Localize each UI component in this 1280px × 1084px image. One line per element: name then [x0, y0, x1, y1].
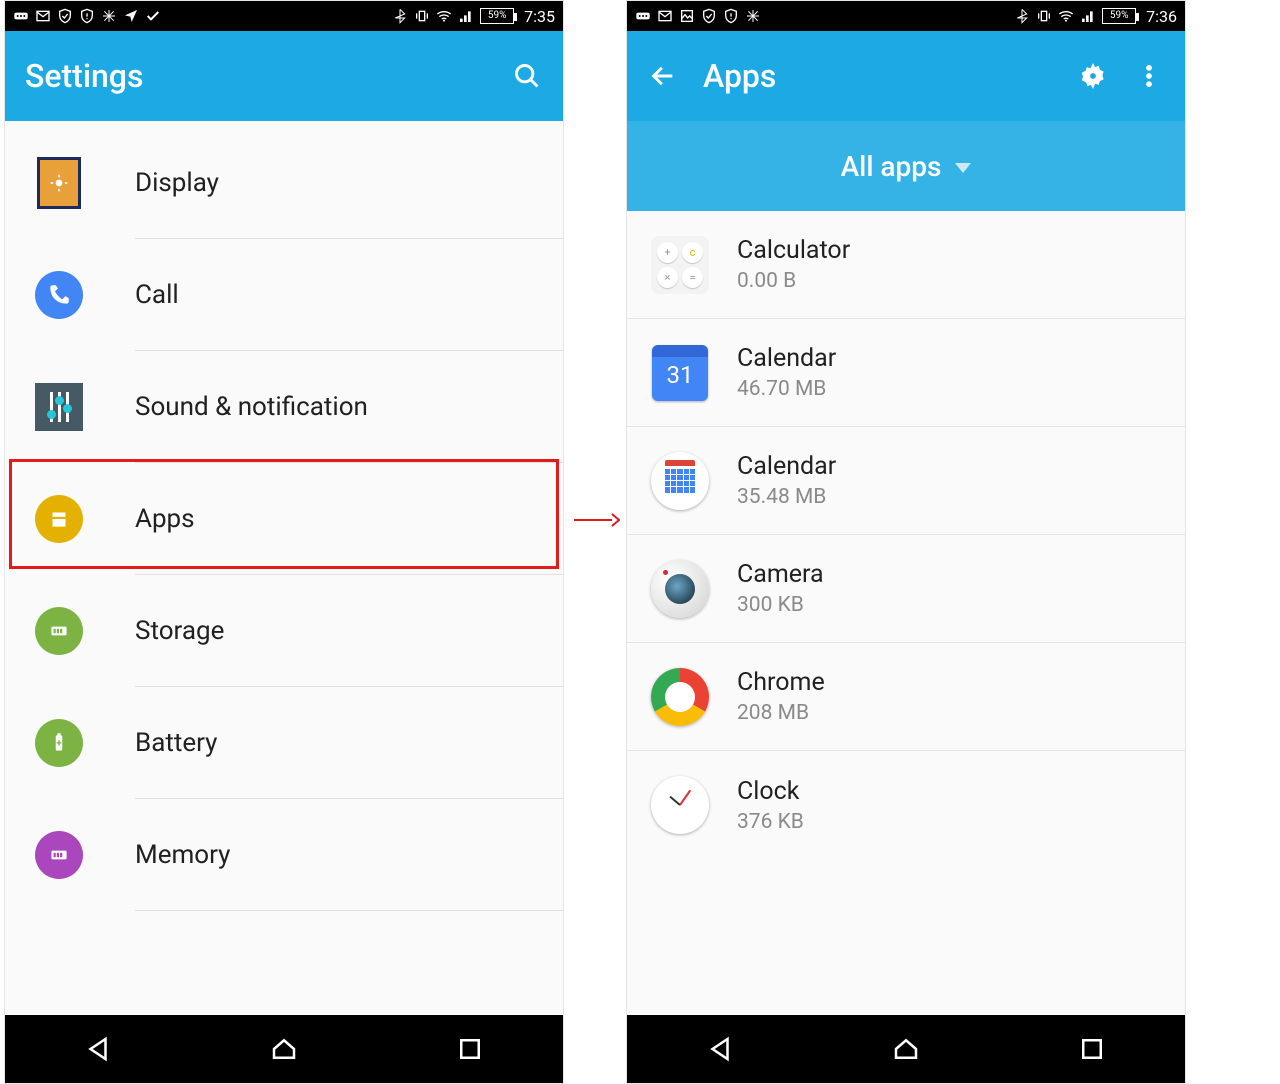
status-time: 7:36 — [1146, 7, 1177, 26]
phone-icon — [33, 269, 85, 321]
filter-dropdown[interactable]: All apps — [627, 121, 1185, 211]
snowflake-icon — [745, 8, 761, 24]
display-icon — [33, 157, 85, 209]
status-bar: 59% 7:35 — [5, 1, 563, 31]
apps-content: +c×= Calculator 0.00 B 31 Calendar 46.70… — [627, 211, 1185, 1015]
phone-apps: 59% 7:36 Apps All apps — [626, 0, 1186, 1084]
gmail-icon — [35, 8, 51, 24]
storage-icon — [33, 605, 85, 657]
camera-icon — [649, 558, 711, 620]
settings-item-display[interactable]: Display — [5, 127, 563, 239]
app-row-google-calendar[interactable]: 31 Calendar 46.70 MB — [627, 319, 1185, 427]
app-size: 300 KB — [737, 593, 824, 617]
flow-arrow-icon — [572, 510, 620, 530]
app-size: 376 KB — [737, 810, 804, 834]
app-row-clock[interactable]: Clock 376 KB — [627, 751, 1185, 859]
battery-icon: 59% — [1102, 8, 1136, 24]
settings-item-label: Apps — [135, 504, 195, 534]
settings-item-sound[interactable]: Sound & notification — [5, 351, 563, 463]
app-size: 46.70 MB — [737, 377, 836, 401]
navigation-bar — [5, 1015, 563, 1083]
chrome-icon — [649, 666, 711, 728]
search-icon[interactable] — [511, 60, 543, 92]
app-name: Calendar — [737, 452, 836, 481]
status-bar: 59% 7:36 — [627, 1, 1185, 31]
gmail-icon — [657, 8, 673, 24]
gear-icon[interactable] — [1077, 60, 1109, 92]
signal-icon — [1080, 8, 1096, 24]
svg-text:+: + — [56, 738, 62, 749]
settings-item-call[interactable]: Call — [5, 239, 563, 351]
bluetooth-icon — [392, 8, 408, 24]
app-row-calculator[interactable]: +c×= Calculator 0.00 B — [627, 211, 1185, 319]
app-bar: Apps — [627, 31, 1185, 121]
settings-item-storage[interactable]: Storage — [5, 575, 563, 687]
settings-item-label: Display — [135, 168, 219, 198]
recents-button[interactable] — [440, 1034, 500, 1064]
calendar-icon — [649, 450, 711, 512]
settings-item-label: Memory — [135, 840, 230, 870]
clock-icon — [649, 774, 711, 836]
app-name: Calendar — [737, 344, 836, 373]
app-size: 35.48 MB — [737, 485, 836, 509]
more-notifications-icon — [635, 8, 651, 24]
back-button[interactable] — [690, 1034, 750, 1064]
calculator-icon: +c×= — [649, 234, 711, 296]
more-notifications-icon — [13, 8, 29, 24]
check-icon — [145, 8, 161, 24]
navigation-bar — [627, 1015, 1185, 1083]
app-name: Chrome — [737, 668, 825, 697]
app-size: 0.00 B — [737, 269, 850, 293]
home-button[interactable] — [254, 1034, 314, 1064]
equalizer-icon — [33, 381, 85, 433]
google-calendar-icon: 31 — [649, 342, 711, 404]
memory-icon — [33, 829, 85, 881]
settings-item-label: Battery — [135, 728, 217, 758]
vibrate-icon — [1036, 8, 1052, 24]
settings-item-label: Sound & notification — [135, 392, 368, 422]
screenshot-icon — [679, 8, 695, 24]
app-row-camera[interactable]: Camera 300 KB — [627, 535, 1185, 643]
settings-item-apps[interactable]: Apps — [5, 463, 563, 575]
signal-icon — [458, 8, 474, 24]
shield-alert-icon — [723, 8, 739, 24]
app-row-calendar[interactable]: Calendar 35.48 MB — [627, 427, 1185, 535]
app-name: Camera — [737, 560, 824, 589]
app-bar-title: Apps — [703, 57, 776, 95]
snowflake-icon — [101, 8, 117, 24]
settings-item-label: Call — [135, 280, 179, 310]
filter-label: All apps — [841, 150, 942, 183]
wifi-icon — [1058, 8, 1074, 24]
app-row-chrome[interactable]: Chrome 208 MB — [627, 643, 1185, 751]
location-icon — [123, 8, 139, 24]
apps-icon — [33, 493, 85, 545]
status-time: 7:35 — [524, 7, 555, 26]
app-name: Calculator — [737, 236, 850, 265]
settings-content: Display Call — [5, 121, 563, 1015]
battery-percentage: 59% — [481, 11, 513, 21]
shield-check-icon — [701, 8, 717, 24]
app-name: Clock — [737, 777, 804, 806]
battery-settings-icon: + — [33, 717, 85, 769]
vibrate-icon — [414, 8, 430, 24]
app-bar-title: Settings — [25, 57, 143, 95]
wifi-icon — [436, 8, 452, 24]
settings-item-label: Storage — [135, 616, 224, 646]
recents-button[interactable] — [1062, 1034, 1122, 1064]
settings-item-memory[interactable]: Memory — [5, 799, 563, 911]
shield-check-icon — [57, 8, 73, 24]
home-button[interactable] — [876, 1034, 936, 1064]
back-button[interactable] — [68, 1034, 128, 1064]
back-arrow-icon[interactable] — [647, 60, 679, 92]
app-size: 208 MB — [737, 701, 825, 725]
battery-percentage: 59% — [1103, 11, 1135, 21]
settings-item-battery[interactable]: + Battery — [5, 687, 563, 799]
battery-icon: 59% — [480, 8, 514, 24]
app-bar: Settings — [5, 31, 563, 121]
shield-alert-icon — [79, 8, 95, 24]
overflow-menu-icon[interactable] — [1133, 60, 1165, 92]
chevron-down-icon — [955, 163, 971, 173]
phone-settings: 59% 7:35 Settings D — [4, 0, 564, 1084]
bluetooth-icon — [1014, 8, 1030, 24]
